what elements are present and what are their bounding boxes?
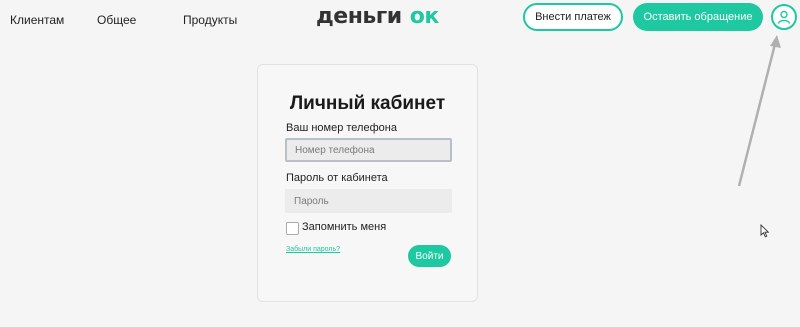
password-label: Пароль от кабинета: [286, 172, 388, 184]
nav-item-clients[interactable]: Клиентам: [10, 13, 64, 27]
user-icon: [777, 10, 791, 24]
password-input[interactable]: [285, 189, 452, 213]
nav-item-products[interactable]: Продукты: [183, 13, 237, 27]
logo-accent: ок: [409, 4, 440, 29]
page-title: Личный кабинет: [289, 93, 446, 114]
phone-label: Ваш номер телефона: [286, 122, 397, 134]
login-button[interactable]: Войти: [408, 245, 451, 267]
request-button[interactable]: Оставить обращение: [633, 3, 763, 31]
forgot-password-link[interactable]: Забыли пароль?: [286, 246, 340, 253]
profile-button[interactable]: [771, 4, 797, 30]
remember-label[interactable]: Запомнить меня: [302, 221, 386, 233]
mouse-cursor-icon: [760, 224, 770, 238]
phone-input[interactable]: [285, 138, 452, 162]
nav-item-general[interactable]: Общее: [97, 13, 136, 27]
remember-checkbox[interactable]: [286, 222, 299, 235]
logo-text: деньги: [316, 4, 402, 29]
pay-button[interactable]: Внести платеж: [523, 3, 623, 31]
logo[interactable]: деньги ок: [316, 4, 439, 30]
login-card: Личный кабинет Ваш номер телефона Пароль…: [257, 64, 478, 302]
